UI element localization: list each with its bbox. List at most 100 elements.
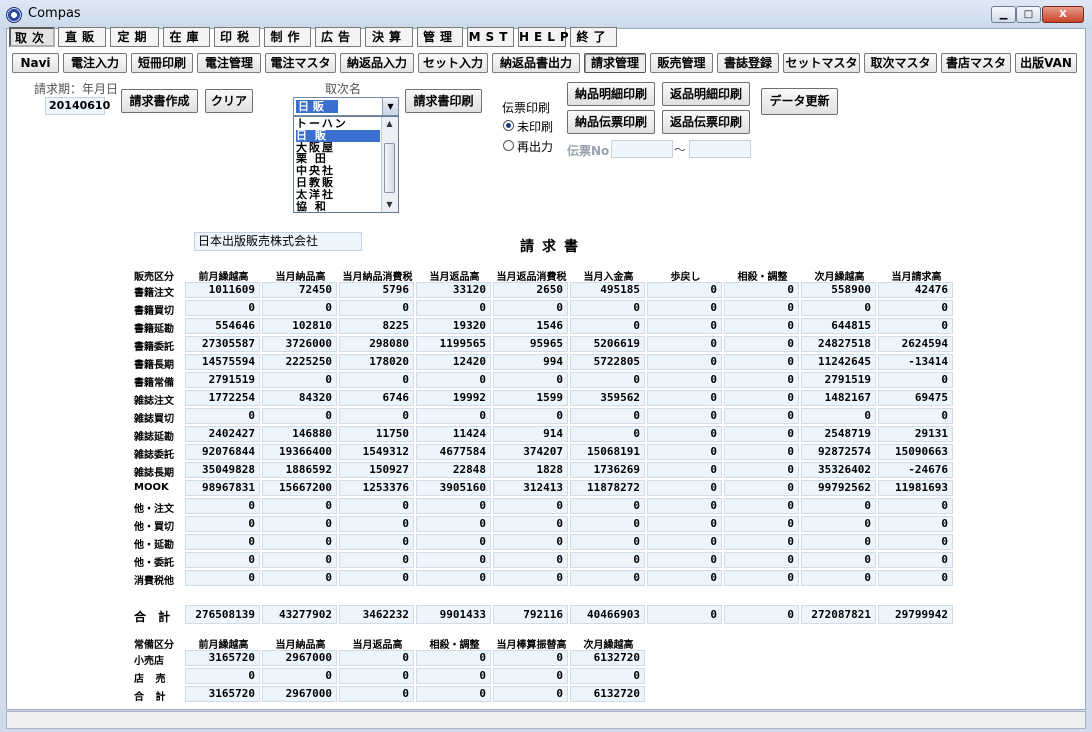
table-cell: 0 (878, 372, 953, 388)
column-header: 当月納品高 (275, 272, 326, 283)
column-header: 当月請求高 (891, 272, 942, 283)
menu-item[interactable]: 制作 (264, 27, 311, 47)
scroll-down-icon[interactable]: ▼ (382, 198, 397, 212)
table-cell: 92872574 (801, 444, 876, 460)
table-cell: 0 (262, 552, 337, 568)
standing-row-label: 店 売 (134, 674, 170, 685)
submenu-item[interactable]: 書店マスタ (941, 53, 1011, 73)
menu-item[interactable]: MST (467, 27, 514, 47)
dropdown-option[interactable]: 中央社 (296, 165, 380, 177)
menu-item[interactable]: 直販 (58, 27, 106, 47)
table-cell: 99792562 (801, 480, 876, 496)
submenu-item[interactable]: 販売管理 (650, 53, 713, 73)
dropdown-scrollbar[interactable]: ▲ ▼ (381, 117, 398, 212)
table-cell: 0 (339, 552, 414, 568)
menu-item[interactable]: 印税 (214, 27, 260, 47)
close-button[interactable]: X (1042, 6, 1084, 23)
menu-item[interactable]: 在庫 (163, 27, 210, 47)
print-invoice-button[interactable]: 請求書印刷 (405, 89, 482, 113)
chevron-down-icon[interactable]: ▼ (382, 98, 398, 115)
table-cell: 0 (647, 552, 722, 568)
window-title: Compas (28, 6, 81, 21)
minimize-button[interactable]: ▁ (991, 6, 1016, 23)
menu-item[interactable]: HELP (518, 27, 569, 47)
table-cell: 0 (493, 534, 568, 550)
submenu-item[interactable]: 短冊印刷 (131, 53, 193, 73)
submenu-item[interactable]: 電注管理 (197, 53, 261, 73)
standing-cell: 0 (339, 686, 414, 702)
radio-reprint[interactable] (503, 140, 514, 151)
submenu-item[interactable]: 書誌登録 (717, 53, 779, 73)
return-slip-print-button[interactable]: 返品伝票印刷 (662, 110, 750, 134)
column-header: 販売区分 (134, 272, 174, 283)
table-cell: 0 (647, 534, 722, 550)
standing-column-header: 常備区分 (134, 640, 174, 651)
standing-cell: 2967000 (262, 686, 337, 702)
table-cell: 5796 (339, 282, 414, 298)
distributor-select[interactable]: 日 販 ▼ (293, 97, 399, 116)
return-detail-print-button[interactable]: 返品明細印刷 (662, 82, 750, 106)
submenu-item[interactable]: 請求管理 (584, 53, 646, 73)
radio-unprinted[interactable] (503, 120, 514, 131)
menu-item[interactable]: 決算 (365, 27, 413, 47)
table-cell: 0 (878, 516, 953, 532)
app-icon (6, 7, 22, 23)
period-input[interactable]: 20140610 (45, 97, 110, 115)
table-cell: 0 (185, 408, 260, 424)
submenu-item[interactable]: 出版VAN (1015, 53, 1077, 73)
menu-item[interactable]: 終了 (570, 27, 617, 47)
table-cell: 0 (493, 516, 568, 532)
table-cell: 0 (724, 462, 799, 478)
submenu-item[interactable]: 納返品書出力 (492, 53, 580, 73)
radio-unprinted-label: 未印刷 (517, 120, 554, 134)
submenu-item[interactable]: Navi (12, 53, 59, 73)
submenu-item[interactable]: 電注マスタ (265, 53, 336, 73)
delivery-slip-print-button[interactable]: 納品伝票印刷 (567, 110, 655, 134)
table-cell: 0 (185, 300, 260, 316)
status-bar (6, 711, 1086, 729)
clear-button[interactable]: クリア (205, 89, 253, 113)
slip-no-from-input[interactable] (611, 140, 673, 158)
table-cell: 146880 (262, 426, 337, 442)
table-cell: 558900 (801, 282, 876, 298)
standing-cell: 3165720 (185, 686, 260, 702)
row-label: 雑誌買切 (134, 414, 174, 425)
delivery-detail-print-button[interactable]: 納品明細印刷 (567, 82, 655, 106)
table-cell: 8225 (339, 318, 414, 334)
create-invoice-button[interactable]: 請求書作成 (121, 89, 198, 113)
table-cell: 102810 (262, 318, 337, 334)
data-update-button[interactable]: データ更新 (761, 88, 838, 115)
total-cell: 40466903 (570, 605, 645, 624)
dropdown-option[interactable]: 日 販 (296, 129, 380, 142)
dropdown-option[interactable]: 大阪屋 (296, 142, 380, 154)
scroll-up-icon[interactable]: ▲ (382, 117, 397, 131)
slip-no-to-input[interactable] (689, 140, 751, 158)
table-cell: 0 (724, 570, 799, 586)
maximize-button[interactable]: □ (1016, 6, 1041, 23)
menu-item[interactable]: 広告 (315, 27, 361, 47)
menu-item[interactable]: 取次 (9, 27, 55, 47)
total-cell: 9901433 (416, 605, 491, 624)
menu-item[interactable]: 定期 (110, 27, 159, 47)
submenu-item[interactable]: セットマスタ (783, 53, 860, 73)
slip-print-label: 伝票印刷 (502, 101, 551, 115)
submenu-item[interactable]: 納返品入力 (340, 53, 414, 73)
dropdown-option[interactable]: 日教販 (296, 177, 380, 189)
submenu-item[interactable]: セット入力 (418, 53, 488, 73)
dropdown-option[interactable]: 協 和 (296, 201, 380, 213)
scroll-thumb[interactable] (384, 143, 395, 193)
total-cell: 272087821 (801, 605, 876, 624)
table-cell: 0 (647, 372, 722, 388)
table-cell: 0 (724, 498, 799, 514)
dropdown-option[interactable]: トーハン (296, 118, 380, 130)
dropdown-option[interactable]: 太洋社 (296, 189, 380, 201)
submenu-item[interactable]: 電注入力 (63, 53, 127, 73)
submenu-item[interactable]: 取次マスタ (864, 53, 937, 73)
row-label: 消費税他 (134, 576, 174, 587)
dropdown-option[interactable]: 栗 田 (296, 153, 380, 165)
table-cell: 5722805 (570, 354, 645, 370)
table-cell: 0 (570, 516, 645, 532)
standing-column-header: 当月納品高 (275, 640, 326, 651)
column-header: 当月返品消費税 (496, 272, 567, 283)
menu-item[interactable]: 管理 (417, 27, 463, 47)
